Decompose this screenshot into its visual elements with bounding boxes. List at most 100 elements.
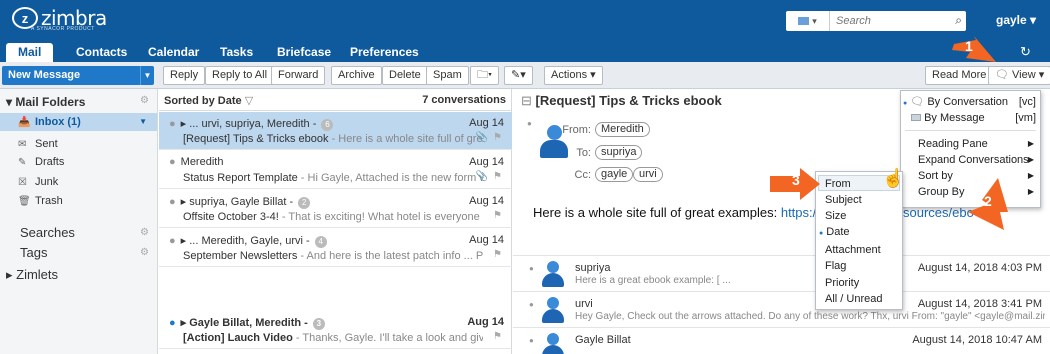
flag-icon[interactable]: ⚑ (493, 331, 502, 342)
conversation-message[interactable]: ● urvi August 14, 2018 3:41 PM Hey Gayle… (513, 291, 1050, 327)
table-row[interactable]: ● ▸ ... urvi, supriya, Meredith - 6 Aug 1… (159, 112, 512, 150)
mail-folders-heading[interactable]: ▾ Mail Folders (6, 95, 85, 109)
tab-tasks[interactable]: Tasks (208, 43, 265, 62)
sort-option-attachment[interactable]: Attachment (825, 242, 881, 258)
reply-all-button[interactable]: Reply to All (205, 66, 275, 85)
row-date: Aug 14 (469, 234, 504, 246)
sort-option-priority[interactable]: Priority (825, 275, 859, 291)
cc-label: Cc: (574, 169, 592, 181)
message-list: Sorted by Date ▽ 7 conversations ● ▸ ... … (159, 89, 512, 354)
flag-icon[interactable]: ⚑ (493, 132, 502, 143)
sort-by-submenu: From Subject Size ● Date Attachment Flag… (815, 171, 903, 310)
searches-heading[interactable]: Searches (20, 225, 75, 240)
tab-contacts[interactable]: Contacts (64, 43, 139, 62)
conversation-message[interactable]: ● supriya August 14, 2018 4:03 PM Here i… (513, 255, 1050, 291)
folder-sent[interactable]: ✉ Sent (0, 135, 157, 153)
search-box: ▾ ⌕ (786, 11, 966, 31)
search-type-dropdown[interactable]: ▾ (786, 11, 830, 31)
actions-button[interactable]: Actions ▾ (544, 66, 603, 85)
reply-button[interactable]: Reply (163, 66, 206, 85)
speech-bubble-icon: 🗨 (910, 96, 925, 108)
menu-item-expand-conversations[interactable]: Expand Conversations ▶ (918, 152, 1040, 168)
user-menu[interactable]: gayle ▾ (996, 13, 1036, 27)
radio-selected-icon: ● (819, 230, 824, 237)
table-row[interactable]: ● Meredith Aug 14 Status Report Template … (159, 151, 512, 189)
zimlets-heading[interactable]: ▸ Zimlets (6, 267, 58, 283)
attachment-icon: 📎 (475, 132, 488, 143)
move-button[interactable]: 🗀▾ (470, 66, 500, 85)
to-label: To: (576, 147, 591, 159)
delete-button[interactable]: Delete (382, 66, 428, 85)
collapse-icon[interactable]: ⊟ (521, 93, 532, 108)
search-icon[interactable]: ⌕ (955, 13, 962, 28)
read-status-icon[interactable]: ● (169, 156, 176, 168)
gear-icon[interactable]: ⚙ (140, 227, 149, 238)
to-chip[interactable]: supriya (595, 145, 643, 160)
from-chip[interactable]: Meredith (595, 122, 650, 137)
spam-button[interactable]: Spam (426, 66, 469, 85)
cc-chip[interactable]: urvi (633, 167, 663, 182)
refresh-icon[interactable]: ↻ (1020, 44, 1031, 60)
avatar (541, 297, 565, 325)
new-message-button[interactable]: New Message ▼ (2, 66, 154, 85)
chevron-down-icon[interactable]: ▼ (140, 66, 154, 85)
unread-status-icon[interactable]: ● (169, 317, 176, 329)
flag-icon[interactable]: ⚑ (493, 249, 502, 260)
read-status-icon[interactable]: ● (527, 119, 532, 128)
read-status-icon[interactable]: ● (169, 118, 176, 130)
gear-icon[interactable]: ⚙ (140, 247, 149, 258)
cc-chip[interactable]: gayle (595, 167, 634, 182)
folder-trash[interactable]: 🗑 Trash (0, 192, 157, 210)
tab-calendar[interactable]: Calendar (136, 43, 211, 62)
message-body: Here is a whole site full of great examp… (533, 205, 851, 220)
menu-item-by-message[interactable]: By Message [vm] (911, 110, 1036, 126)
sort-option-flag[interactable]: Flag (825, 258, 846, 274)
row-date: Aug 14 (467, 316, 504, 328)
sort-option-subject[interactable]: Subject (825, 192, 862, 208)
archive-button[interactable]: Archive (331, 66, 382, 85)
folder-drafts[interactable]: ✎ Drafts (0, 153, 157, 171)
sent-icon: ✉ (18, 139, 27, 150)
sort-option-date[interactable]: ● Date (819, 224, 850, 240)
menu-separator (905, 130, 1036, 131)
gear-icon[interactable]: ⚙ (140, 95, 149, 106)
chevron-down-icon[interactable]: ▼ (139, 113, 147, 131)
sort-label[interactable]: Sorted by Date ▽ (164, 94, 253, 107)
folder-inbox[interactable]: 📥 Inbox (1) ▼ (0, 113, 157, 131)
table-row[interactable]: ● ▸ ... Meredith, Gayle, urvi - 4 Aug 14 … (159, 229, 512, 267)
tags-heading[interactable]: Tags (20, 245, 47, 260)
message-title: ⊟ [Request] Tips & Tricks ebook (521, 93, 722, 108)
chevron-right-icon: ▶ (1027, 187, 1034, 196)
read-status-icon[interactable]: ● (529, 336, 534, 345)
tab-briefcase[interactable]: Briefcase (265, 43, 343, 62)
table-row[interactable]: ● ▸ supriya, Gayle Billat - 2 Aug 14 Offs… (159, 190, 512, 228)
sort-option-size[interactable]: Size (825, 208, 846, 224)
read-status-icon[interactable]: ● (169, 196, 176, 208)
tab-preferences[interactable]: Preferences (338, 43, 431, 62)
read-status-icon[interactable]: ● (169, 235, 176, 247)
callout-number-2: 2 (984, 193, 992, 209)
chevron-down-icon: ▽ (244, 95, 254, 107)
chevron-right-icon: ▶ (1027, 155, 1034, 164)
inbox-icon: 📥 (18, 117, 31, 128)
junk-icon: ☒ (18, 177, 27, 188)
tab-mail[interactable]: Mail (6, 43, 54, 62)
message-count-badge: 6 (321, 119, 334, 131)
message-count-badge: 4 (314, 236, 327, 248)
menu-item-by-conversation[interactable]: ● 🗨 By Conversation [vc] (903, 94, 1036, 110)
table-row[interactable]: ● ▸ Gayle Billat, Meredith - 3 Aug 14 [Ac… (159, 311, 512, 349)
logo-subtitle: A SYNACOR PRODUCT (31, 26, 95, 32)
sort-option-all-unread[interactable]: All / Unread (825, 291, 882, 307)
conversation-message[interactable]: ● Gayle Billat August 14, 2018 10:47 AM (513, 327, 1050, 354)
folder-junk[interactable]: ☒ Junk (0, 173, 157, 191)
tag-button[interactable]: ✎▾ (504, 66, 533, 85)
callout-number-3: 3 (792, 172, 800, 188)
menu-item-reading-pane[interactable]: Reading Pane ▶ (918, 136, 1040, 152)
search-input[interactable] (830, 15, 950, 27)
read-status-icon[interactable]: ● (529, 264, 534, 273)
read-status-icon[interactable]: ● (529, 300, 534, 309)
list-header: Sorted by Date ▽ 7 conversations (159, 89, 512, 111)
forward-button[interactable]: Forward (271, 66, 326, 85)
flag-icon[interactable]: ⚑ (493, 210, 502, 221)
flag-icon[interactable]: ⚑ (493, 171, 502, 182)
